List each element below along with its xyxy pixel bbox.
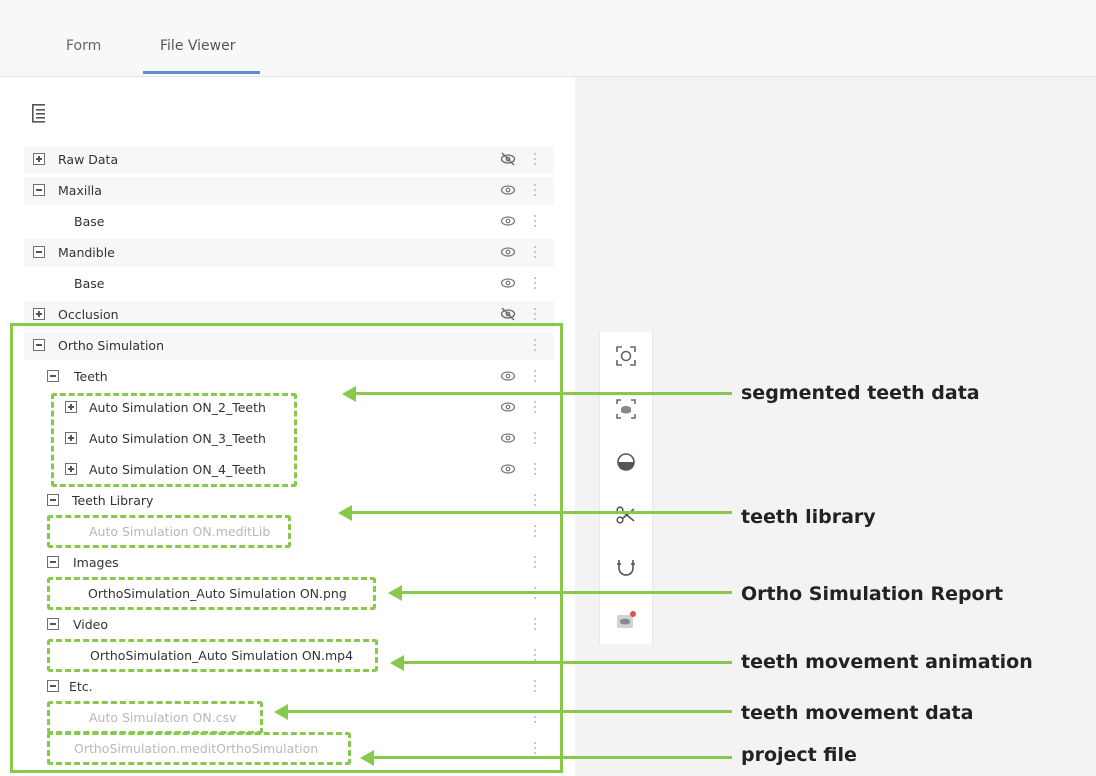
- eye-hidden-icon[interactable]: [500, 152, 516, 166]
- report-highlight: [47, 577, 376, 610]
- eye-icon[interactable]: [500, 183, 516, 197]
- more-options-icon[interactable]: [534, 308, 536, 320]
- more-options-icon[interactable]: [534, 246, 536, 258]
- tree-row-mandible[interactable]: Mandible: [24, 239, 554, 267]
- arch-wire-icon[interactable]: [614, 556, 638, 580]
- arrow-project: [374, 756, 732, 759]
- focus-view-icon[interactable]: [614, 344, 638, 368]
- collapse-icon[interactable]: [33, 246, 45, 258]
- teeth-library-highlight: [47, 515, 291, 548]
- more-options-icon[interactable]: [534, 215, 536, 227]
- arrow-head-icon: [338, 505, 352, 521]
- arrow-animation: [404, 661, 732, 664]
- expand-icon[interactable]: [33, 153, 45, 165]
- eye-hidden-icon[interactable]: [500, 307, 516, 321]
- annotation-animation: teeth movement animation: [741, 651, 1033, 673]
- eye-icon[interactable]: [500, 214, 516, 228]
- more-options-icon[interactable]: [534, 184, 536, 196]
- annotation-segmented: segmented teeth data: [741, 382, 980, 404]
- eye-icon[interactable]: [500, 276, 516, 290]
- teeth-report-icon[interactable]: [614, 609, 638, 633]
- tree-label: Base: [74, 276, 105, 291]
- side-toolbar: [599, 332, 653, 644]
- animation-highlight: [47, 639, 378, 672]
- arrow-head-icon: [388, 585, 402, 601]
- tree-label: Mandible: [58, 245, 115, 260]
- tree-row-raw-data[interactable]: Raw Data: [24, 146, 554, 174]
- tree-row-maxilla[interactable]: Maxilla: [24, 177, 554, 205]
- annotation-movement-data: teeth movement data: [741, 702, 974, 724]
- tree-label: Maxilla: [58, 183, 102, 198]
- arrow-segmented: [356, 392, 732, 395]
- segmented-teeth-highlight: [51, 393, 297, 487]
- arrow-head-icon: [342, 386, 356, 402]
- eye-icon[interactable]: [500, 245, 516, 259]
- annotation-project: project file: [741, 744, 857, 766]
- arrow-head-icon: [274, 704, 288, 720]
- tree-label: Occlusion: [58, 307, 119, 322]
- annotation-library: teeth library: [741, 506, 876, 528]
- collapse-icon[interactable]: [33, 184, 45, 196]
- more-options-icon[interactable]: [534, 277, 536, 289]
- arrow-movement-data: [288, 710, 732, 713]
- half-sphere-icon[interactable]: [614, 450, 638, 474]
- tab-bar: Form File Viewer: [0, 0, 1096, 77]
- active-tab-indicator: [143, 71, 260, 74]
- tab-form[interactable]: Form: [66, 38, 101, 54]
- tree-row-mandible-base[interactable]: Base: [24, 270, 554, 298]
- more-options-icon[interactable]: [534, 153, 536, 165]
- expand-icon[interactable]: [33, 308, 45, 320]
- tree-label: Raw Data: [58, 152, 119, 167]
- tab-file-viewer[interactable]: File Viewer: [160, 38, 235, 54]
- tree-view-icon[interactable]: [31, 103, 47, 123]
- project-file-highlight: [47, 732, 351, 765]
- arrow-library: [352, 511, 732, 514]
- arrow-head-icon: [390, 655, 404, 671]
- teeth-scan-icon[interactable]: [614, 397, 638, 421]
- arrow-head-icon: [360, 750, 374, 766]
- movement-data-highlight: [47, 701, 263, 734]
- arrow-report: [402, 591, 732, 594]
- tree-row-maxilla-base[interactable]: Base: [24, 208, 554, 236]
- scissors-icon[interactable]: [614, 503, 638, 527]
- tree-label: Base: [74, 214, 105, 229]
- annotation-report: Ortho Simulation Report: [741, 583, 1004, 605]
